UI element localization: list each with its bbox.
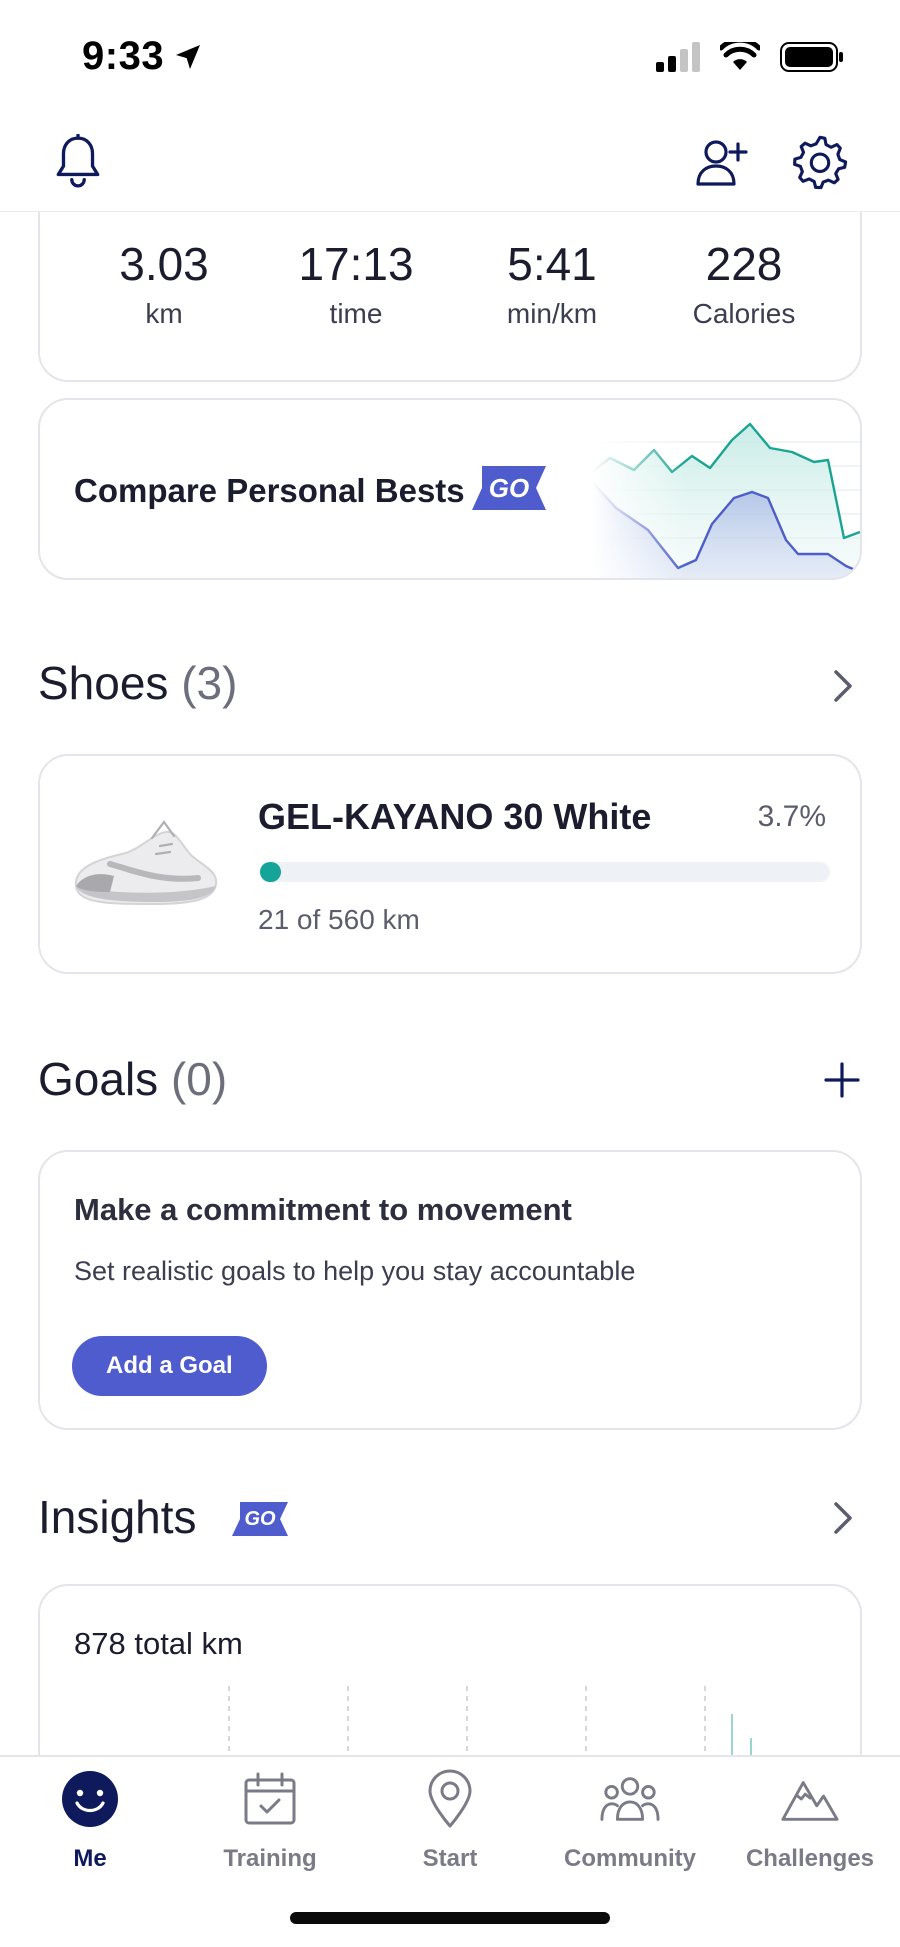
profile-content[interactable]: 3.03 km 17:13 time 5:41 min/km 228 Calor… bbox=[0, 212, 900, 1755]
shoe-distance: 21 of 560 km bbox=[258, 904, 420, 935]
compare-personal-bests-card[interactable]: Compare Personal Bests GO bbox=[38, 398, 862, 580]
stat-value: 3.03 bbox=[119, 238, 209, 290]
personal-bests-graphic bbox=[592, 400, 860, 578]
wifi-icon bbox=[720, 42, 760, 70]
insights-mini-chart bbox=[228, 1686, 752, 1755]
battery-icon bbox=[780, 42, 843, 72]
people-icon bbox=[600, 1769, 660, 1829]
stat-pace: 5:41 min/km bbox=[462, 236, 642, 330]
status-time-group: 9:33 bbox=[82, 34, 204, 79]
go-badge-label: GO bbox=[244, 1507, 276, 1530]
shoe-progress-bar bbox=[260, 862, 830, 882]
location-arrow-icon bbox=[176, 44, 201, 69]
notifications-button[interactable] bbox=[46, 130, 110, 194]
add-user-icon bbox=[696, 140, 748, 186]
goals-section-title: Goals (0) bbox=[38, 1052, 227, 1106]
go-badge: GO bbox=[472, 466, 546, 510]
stat-calories: 228 Calories bbox=[654, 236, 834, 330]
goal-card-title: Make a commitment to movement bbox=[74, 1192, 572, 1227]
tab-label: Challenges bbox=[745, 1845, 875, 1872]
settings-button[interactable] bbox=[788, 130, 852, 194]
stat-value: 17:13 bbox=[298, 238, 414, 290]
insights-title: Insights bbox=[38, 1491, 197, 1543]
goals-title: Goals bbox=[38, 1053, 159, 1105]
chevron-right-icon[interactable] bbox=[822, 1498, 862, 1538]
stat-distance: 3.03 km bbox=[74, 236, 254, 330]
tab-challenges[interactable]: Challenges bbox=[720, 1769, 900, 1873]
add-goal-button[interactable]: Add a Goal bbox=[72, 1336, 267, 1396]
tab-label: Start bbox=[422, 1845, 478, 1872]
shoe-name: GEL-KAYANO 30 White bbox=[258, 796, 652, 837]
tab-me[interactable]: Me bbox=[0, 1769, 180, 1873]
add-goal-plus-icon[interactable] bbox=[822, 1060, 862, 1100]
shoe-usage-percent: 3.7% bbox=[757, 800, 826, 833]
tab-training[interactable]: Training bbox=[180, 1769, 360, 1873]
home-indicator bbox=[290, 1912, 610, 1924]
compare-label: Compare Personal Bests bbox=[74, 472, 465, 509]
smiley-icon bbox=[60, 1769, 120, 1829]
stat-value: 5:41 bbox=[507, 238, 597, 290]
goal-card-description: Set realistic goals to help you stay acc… bbox=[74, 1256, 636, 1286]
status-icons bbox=[656, 42, 844, 72]
stat-value: 228 bbox=[705, 238, 783, 290]
stat-unit: Calories bbox=[692, 298, 796, 329]
goal-commitment-card: Make a commitment to movement Set realis… bbox=[38, 1150, 862, 1430]
tab-label: Community bbox=[564, 1845, 696, 1872]
stat-time: 17:13 time bbox=[266, 236, 446, 330]
shoes-count: (3) bbox=[181, 657, 238, 709]
stat-unit: km bbox=[145, 298, 183, 329]
insights-card[interactable]: 878 total km bbox=[38, 1584, 862, 1755]
insights-section-title: Insights bbox=[38, 1490, 197, 1544]
stat-unit: min/km bbox=[506, 298, 598, 329]
map-pin-icon bbox=[420, 1769, 480, 1829]
status-bar: 9:33 bbox=[0, 0, 900, 110]
stat-unit: time bbox=[329, 298, 383, 329]
cellular-signal-icon bbox=[656, 42, 700, 72]
tab-start[interactable]: Start bbox=[360, 1769, 540, 1873]
insights-total-distance: 878 total km bbox=[74, 1626, 243, 1661]
bell-icon bbox=[56, 134, 100, 188]
add-friend-button[interactable] bbox=[690, 130, 754, 194]
last-run-stats-card[interactable]: 3.03 km 17:13 time 5:41 min/km 228 Calor… bbox=[38, 212, 862, 382]
goals-count: (0) bbox=[170, 1053, 228, 1105]
tab-community[interactable]: Community bbox=[540, 1769, 720, 1873]
shoes-section-title: Shoes (3) bbox=[38, 656, 237, 710]
status-time: 9:33 bbox=[82, 34, 165, 78]
calendar-icon bbox=[240, 1769, 300, 1829]
insights-go-badge: GO bbox=[232, 1502, 288, 1536]
chevron-right-icon[interactable] bbox=[822, 666, 862, 706]
shoe-progress-fill bbox=[260, 862, 282, 882]
shoe-card[interactable]: GEL-KAYANO 30 White 3.7% 21 of 560 km bbox=[38, 754, 862, 974]
tab-label: Training bbox=[223, 1845, 317, 1872]
shoes-title: Shoes bbox=[38, 657, 169, 709]
gear-icon bbox=[793, 135, 848, 190]
go-badge-label: GO bbox=[488, 472, 530, 503]
mountain-icon bbox=[780, 1769, 840, 1829]
top-nav bbox=[0, 110, 900, 212]
shoe-icon bbox=[74, 820, 218, 906]
tab-label: Me bbox=[73, 1845, 107, 1872]
